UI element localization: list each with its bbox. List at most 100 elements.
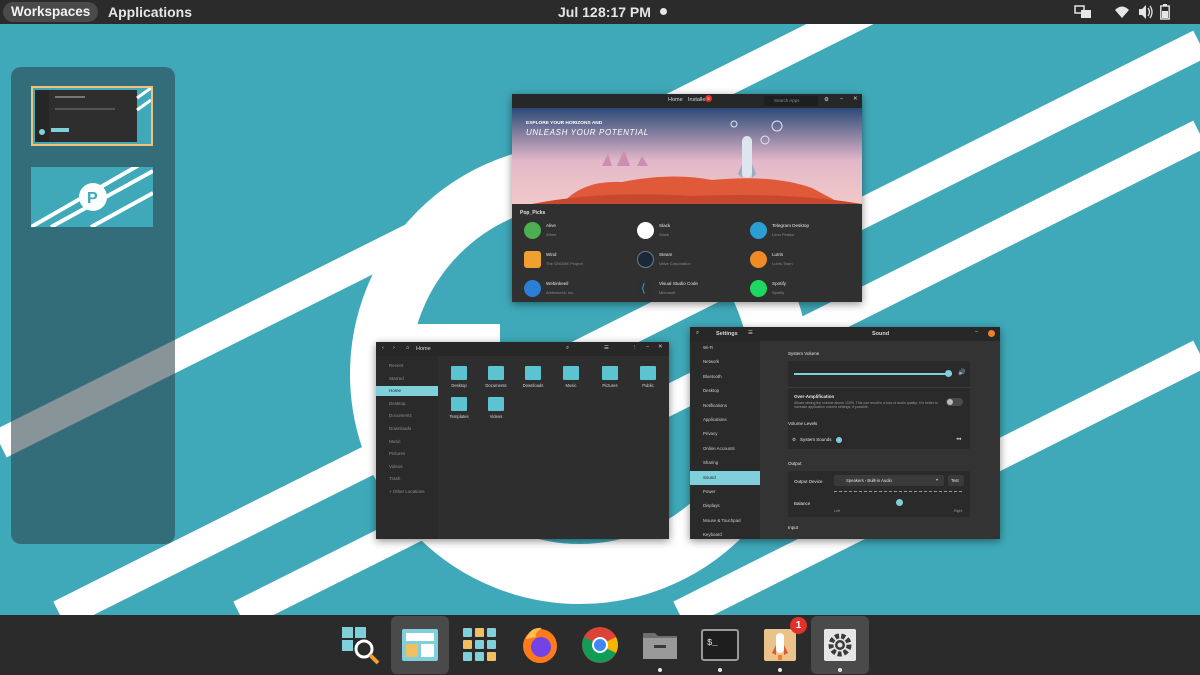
firefox-icon	[523, 627, 557, 663]
app-tile[interactable]: Wind The GNOME Project	[524, 249, 632, 271]
sidebar-item-downloads[interactable]: Downloads	[376, 424, 438, 434]
close-icon[interactable]: ✕	[658, 344, 663, 350]
view-toggle-icon[interactable]: ☰	[604, 345, 609, 351]
sidebar-item-pictures[interactable]: Pictures	[376, 449, 438, 459]
path-bar[interactable]: Home	[416, 346, 431, 352]
minimize-icon[interactable]: –	[646, 344, 649, 350]
over-amplification-toggle[interactable]	[946, 398, 963, 406]
sidebar-item-documents[interactable]: Documents	[376, 411, 438, 421]
sidebar-item-notifications[interactable]: Notifications	[690, 399, 760, 413]
desktop: P Home Installed 5 Search Apps ⚙ – ✕ EXP…	[0, 24, 1200, 615]
files-header: ‹ › ⌂ Home ⌕ ☰ ⋮ – ✕	[376, 342, 669, 356]
dock-settings[interactable]	[811, 616, 869, 674]
sidebar-item-privacy[interactable]: Privacy	[690, 427, 760, 441]
balance-slider-knob[interactable]	[896, 499, 903, 506]
sidebar-item-power[interactable]: Power	[690, 485, 760, 499]
volume-slider[interactable]	[794, 373, 952, 375]
mute-icon[interactable]: ◂◂	[956, 436, 961, 442]
minimize-icon[interactable]: –	[975, 329, 978, 335]
sidebar-item-sharing[interactable]: Sharing	[690, 456, 760, 470]
search-icon[interactable]: ⌕	[566, 345, 569, 352]
minimize-icon[interactable]: –	[840, 96, 843, 102]
sidebar-item-recent[interactable]: Recent	[376, 361, 438, 371]
sidebar-item-keyboard[interactable]: Keyboard	[690, 528, 760, 539]
dock-applications[interactable]	[451, 616, 509, 674]
app-name: Telegram Desktop	[772, 223, 810, 228]
close-icon[interactable]	[988, 330, 995, 337]
clock-date[interactable]: Jul 12	[558, 3, 598, 21]
dock-pop-launcher[interactable]	[331, 616, 389, 674]
dock-files[interactable]	[631, 616, 689, 674]
sidebar-item-other-locations[interactable]: + Other Locations	[376, 487, 438, 497]
folder-videos[interactable]: Videos	[481, 395, 511, 429]
sidebar-item-trash[interactable]: Trash	[376, 474, 438, 484]
sidebar-item-desktop[interactable]: Desktop	[690, 384, 760, 398]
battery-icon[interactable]	[1160, 4, 1170, 20]
search-icon[interactable]: ⌕	[696, 330, 699, 337]
dock-terminal[interactable]: $_	[691, 616, 749, 674]
shop-search-input[interactable]: Search Apps	[764, 96, 818, 106]
sidebar-item-network[interactable]: Network	[690, 355, 760, 369]
system-sounds-label: System Sounds	[800, 437, 832, 442]
files-window[interactable]: ‹ › ⌂ Home ⌕ ☰ ⋮ – ✕ Recent Starred Home…	[376, 342, 669, 539]
display-switch-icon[interactable]	[1074, 4, 1092, 20]
running-indicator	[838, 668, 842, 672]
close-icon[interactable]: ✕	[853, 96, 858, 102]
clock-time[interactable]: 8:17 PM	[598, 3, 651, 21]
sidebar-item-desktop[interactable]: Desktop	[376, 399, 438, 409]
forward-icon[interactable]: ›	[393, 345, 395, 351]
dock-workspaces[interactable]	[391, 616, 449, 674]
app-tile[interactable]: Alive Alfree	[524, 220, 632, 242]
dock-chrome[interactable]	[571, 616, 629, 674]
app-tile[interactable]: Spotify Spotify	[750, 278, 858, 300]
sidebar-item-applications[interactable]: Applications	[690, 413, 760, 427]
sidebar-item-starred[interactable]: Starred	[376, 374, 438, 384]
test-button[interactable]: Test	[948, 475, 964, 486]
system-sounds-slider-knob[interactable]	[836, 437, 842, 443]
app-tile[interactable]: ⟨ Visual Studio Code Microsoft	[637, 278, 745, 300]
folder-public[interactable]: Public	[633, 364, 663, 398]
dock-firefox[interactable]	[511, 616, 569, 674]
menu-icon[interactable]: ☰	[748, 330, 753, 336]
sidebar-item-videos[interactable]: Videos	[376, 462, 438, 472]
workspaces-button[interactable]: Workspaces	[3, 2, 99, 22]
sidebar-item-sound[interactable]: Sound	[690, 470, 760, 485]
menu-icon[interactable]: ⚙	[824, 97, 829, 103]
sidebar-item-online-accounts[interactable]: Online Accounts	[690, 442, 760, 456]
folder-desktop[interactable]: Desktop	[444, 364, 474, 398]
volume-slider-knob[interactable]	[945, 370, 953, 377]
folder-downloads[interactable]: Downloads	[518, 364, 548, 398]
sidebar-item-bluetooth[interactable]: Bluetooth	[690, 370, 760, 384]
workspace-thumbnail-1[interactable]	[31, 86, 153, 146]
app-tile[interactable]: Slack Slack	[637, 220, 745, 242]
over-amplification-description: Allows raising the volume above 100%. Th…	[794, 401, 938, 410]
workspace-thumbnail-2[interactable]: P	[31, 167, 153, 227]
app-name: Wind	[546, 252, 557, 257]
back-icon[interactable]: ‹	[382, 345, 384, 351]
folder-documents[interactable]: Documents	[481, 364, 511, 398]
svg-text:P: P	[87, 190, 98, 207]
app-tile[interactable]: Webinkeeil Webinkeeil, Inc.	[524, 278, 632, 300]
app-tile[interactable]: Lutris Lutris Team	[750, 249, 858, 271]
sidebar-item-wifi[interactable]: Wi-Fi	[690, 341, 760, 355]
app-tile[interactable]: Steam Valve Corporation	[637, 249, 745, 271]
volume-icon[interactable]	[1138, 4, 1154, 20]
folder-pictures[interactable]: Pictures	[595, 364, 625, 398]
wifi-icon[interactable]	[1114, 4, 1130, 20]
menu-icon[interactable]: ⋮	[632, 345, 638, 351]
app-tile[interactable]: Telegram Desktop Leon Peditor	[750, 220, 858, 242]
settings-window[interactable]: ⌕ Settings ☰ Sound – Wi-Fi Network Bluet…	[690, 327, 1000, 539]
folder-templates[interactable]: Templates	[444, 395, 474, 429]
tab-home[interactable]: Home	[668, 97, 683, 103]
settings-gear-icon	[824, 629, 856, 661]
sidebar-item-displays[interactable]: Displays	[690, 499, 760, 513]
pop-shop-window[interactable]: Home Installed 5 Search Apps ⚙ – ✕ EXPLO…	[512, 94, 862, 302]
sidebar-item-home[interactable]: Home	[376, 386, 438, 397]
section-title: Pop_Picks	[520, 210, 546, 216]
app-author: Valve Corporation	[659, 261, 691, 266]
output-device-select[interactable]: Speakers - Built-in Audio ▾	[834, 475, 944, 486]
applications-button[interactable]: Applications	[108, 3, 192, 21]
sidebar-item-mouse-touchpad[interactable]: Mouse & Touchpad	[690, 514, 760, 528]
folder-music[interactable]: Music	[556, 364, 586, 398]
sidebar-item-music[interactable]: Music	[376, 437, 438, 447]
